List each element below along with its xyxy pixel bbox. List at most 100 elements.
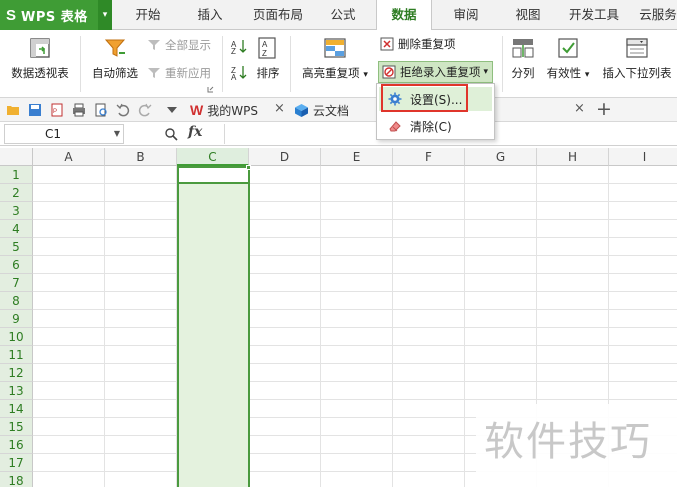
close-icon[interactable]: × [574,101,585,116]
tab-insert[interactable]: 插入 [184,0,236,30]
filter-funnel-icon [104,39,126,57]
sort-az-icon: A Z [258,37,276,59]
grid-line-horizontal [33,183,677,184]
sort-label: 排序 [256,66,280,80]
name-box[interactable]: C1 ▼ [4,124,124,144]
row-header-16[interactable]: 16 [0,436,33,454]
reject-duplicates-icon [382,65,396,79]
column-header-d[interactable]: D [249,148,321,166]
row-header-1[interactable]: 1 [0,166,33,184]
menu-item-clear-label: 清除(C) [410,119,452,134]
tab-home[interactable]: 开始 [122,0,174,30]
validity-check-icon [558,38,578,58]
zoom-search-icon[interactable] [164,127,178,141]
tab-developer[interactable]: 开发工具 [562,0,626,30]
undo-icon[interactable] [116,103,130,117]
grid-line-horizontal [33,255,677,256]
column-header-g[interactable]: G [465,148,537,166]
tab-view[interactable]: 视图 [502,0,554,30]
row-header-11[interactable]: 11 [0,346,33,364]
row-header-8[interactable]: 8 [0,292,33,310]
row-header-10[interactable]: 10 [0,328,33,346]
cloud-cube-icon [295,103,308,117]
grid-line-horizontal [33,363,677,364]
remove-duplicates-button[interactable]: 删除重复项 [380,36,456,52]
grid-line-horizontal [33,273,677,274]
row-header-15[interactable]: 15 [0,418,33,436]
doc-tab-my-wps[interactable]: W 我的WPS [190,98,258,122]
quick-access-toolbar: P W 我的WPS × 云文档 × + [0,98,677,122]
auto-filter-button[interactable]: 自动筛选 [86,36,144,81]
row-header-13[interactable]: 13 [0,382,33,400]
ribbon-separator [222,36,223,92]
tab-data[interactable]: 数据 [376,0,432,31]
active-cell-c1[interactable] [177,166,250,184]
column-header-c[interactable]: C [177,148,249,166]
menu-item-clear[interactable]: 清除(C) [379,114,492,138]
highlight-duplicates-button[interactable]: 高亮重复项 ▾ [298,36,372,81]
column-header-f[interactable]: F [393,148,465,166]
tab-formulas[interactable]: 公式 [318,0,368,30]
highlight-annotation-box [381,84,468,112]
export-pdf-icon[interactable]: P [50,103,64,117]
row-header-5[interactable]: 5 [0,238,33,256]
column-header-e[interactable]: E [321,148,393,166]
split-column-button[interactable]: 分列 [508,36,538,81]
sort-descending-icon[interactable]: Z A [231,64,247,80]
row-header-4[interactable]: 4 [0,220,33,238]
menu-bar: S WPS 表格 ▾ 开始 插入 页面布局 公式 数据 审阅 视图 开发工具 云… [0,0,677,31]
save-icon[interactable] [28,103,42,117]
redo-icon[interactable] [138,103,152,117]
row-header-18[interactable]: 18 [0,472,33,487]
column-header-b[interactable]: B [105,148,177,166]
wps-w-icon: W [190,102,204,118]
tab-page-layout[interactable]: 页面布局 [246,0,310,30]
app-menu-button[interactable]: S WPS 表格 ▾ [0,0,112,30]
grid-line-horizontal [33,381,677,382]
remove-duplicates-label: 删除重复项 [398,37,456,51]
chevron-down-icon[interactable]: ▼ [114,125,120,143]
pivot-table-label: 数据透视表 [11,66,69,80]
selected-column-c[interactable] [177,166,250,487]
watermark-text: 软件技巧 [476,404,677,487]
column-header-a[interactable]: A [33,148,105,166]
fx-icon[interactable]: fx [188,124,202,140]
reapply-button[interactable]: 重新应用 [147,65,211,81]
fill-handle[interactable] [246,165,251,170]
app-name: WPS 表格 [21,9,88,25]
row-header-7[interactable]: 7 [0,274,33,292]
row-header-2[interactable]: 2 [0,184,33,202]
ribbon: 数据透视表 自动筛选 全部显示 重新应用 A Z Z A A Z 排序 高亮重复… [0,30,677,98]
sort-ascending-icon[interactable]: A Z [231,38,247,54]
chevron-down-icon[interactable] [166,106,178,114]
app-menu-caret-icon[interactable]: ▾ [98,0,112,30]
select-all-corner[interactable] [0,148,33,166]
dialog-launcher-icon[interactable] [207,86,214,93]
doc-tab-cloud-docs[interactable]: 云文档 [294,98,349,122]
show-all-button[interactable]: 全部显示 [147,37,211,53]
close-icon[interactable]: × [274,101,285,116]
row-header-6[interactable]: 6 [0,256,33,274]
formula-bar: C1 ▼ fx [0,122,677,146]
filter-reapply-icon [148,68,160,78]
new-tab-plus-icon[interactable]: + [596,98,612,120]
insert-dropdown-list-button[interactable]: 插入下拉列表 [600,36,674,81]
column-header-i[interactable]: I [609,148,677,166]
column-header-h[interactable]: H [537,148,609,166]
tab-review[interactable]: 审阅 [440,0,492,30]
row-header-9[interactable]: 9 [0,310,33,328]
svg-text:P: P [53,109,57,115]
validity-button[interactable]: 有效性 ▾ [544,36,592,81]
row-header-14[interactable]: 14 [0,400,33,418]
row-header-12[interactable]: 12 [0,364,33,382]
row-header-3[interactable]: 3 [0,202,33,220]
pivot-table-button[interactable]: 数据透视表 [6,36,74,81]
reject-duplicates-button[interactable]: 拒绝录入重复项 ▾ [378,61,494,83]
tab-cloud-service[interactable]: 云服务 [634,0,677,30]
row-header-17[interactable]: 17 [0,454,33,472]
print-icon[interactable] [72,103,86,117]
sort-button[interactable]: A Z 排序 [254,36,282,81]
open-folder-icon[interactable] [6,103,20,117]
print-preview-icon[interactable] [94,103,108,117]
reject-duplicates-label: 拒绝录入重复项 [400,65,481,79]
